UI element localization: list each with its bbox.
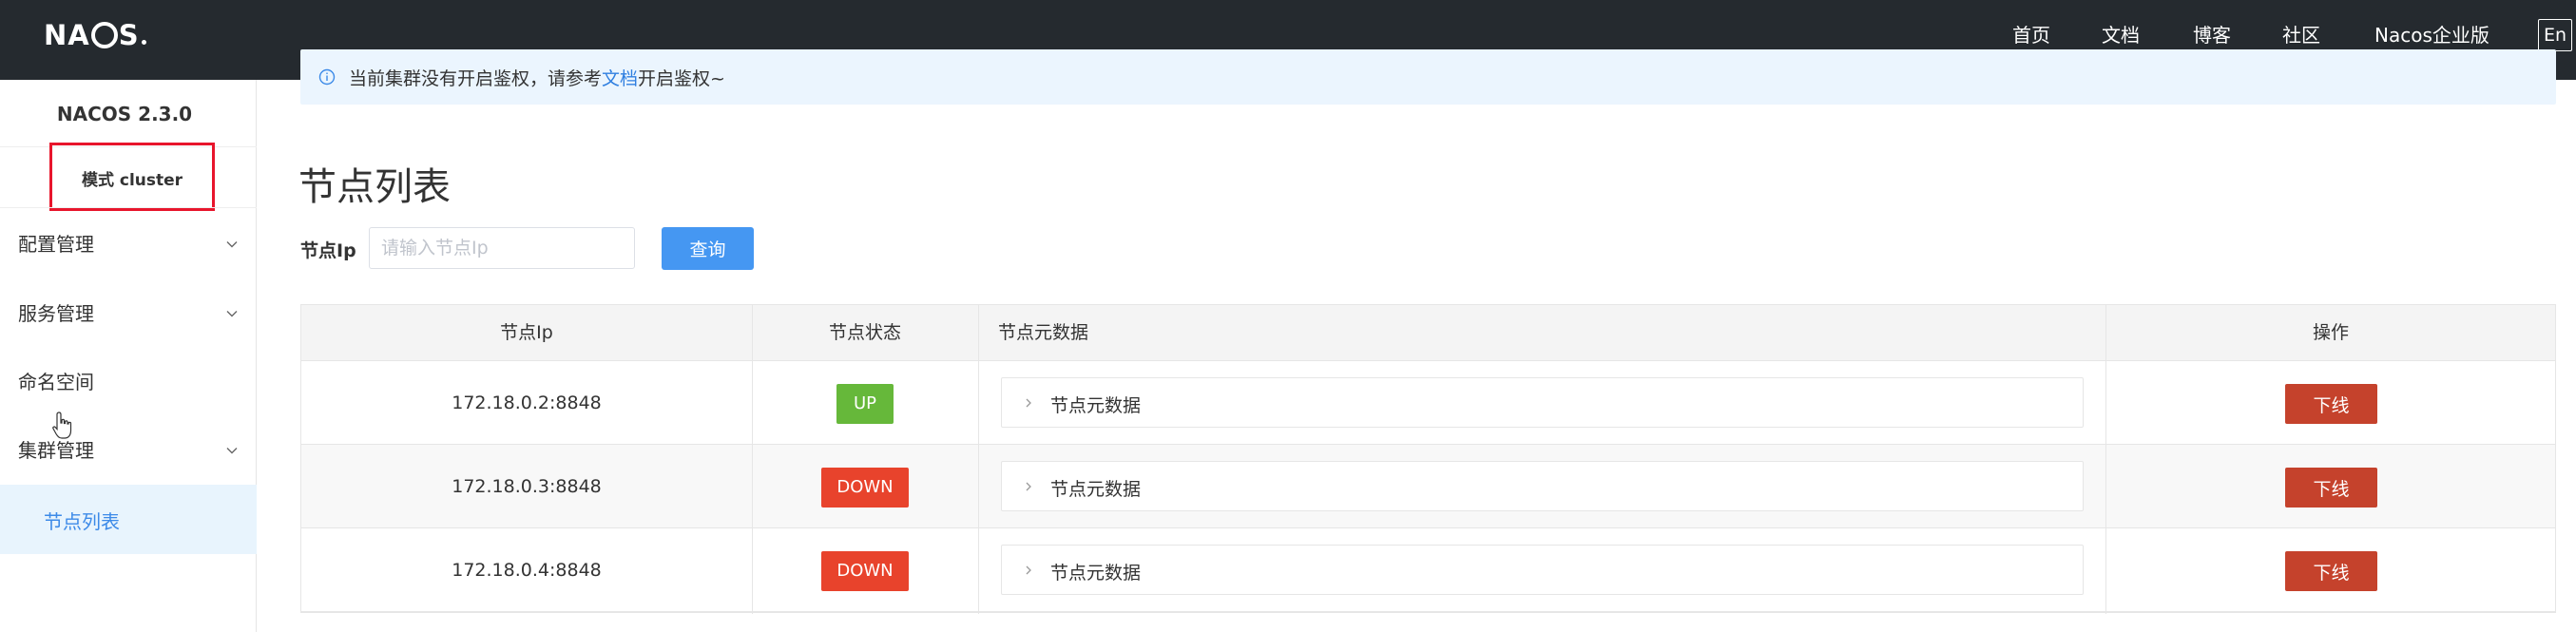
version-label: NACOS 2.3.0 [56, 103, 193, 125]
language-switch-button[interactable]: En [2538, 19, 2572, 51]
sidebar-divider [0, 207, 257, 208]
node-metadata-collapse[interactable]: 节点元数据 [1001, 461, 2084, 511]
mode-label: 模式 cluster [81, 171, 183, 190]
status-badge: UP [836, 384, 894, 424]
node-metadata-label: 节点元数据 [1050, 563, 1142, 584]
node-metadata-collapse[interactable]: 节点元数据 [1001, 377, 2084, 428]
column-header-actions: 操作 [2312, 322, 2349, 343]
sidebar-item-label: 节点列表 [44, 510, 120, 533]
chevron-down-icon [226, 448, 238, 454]
column-separator [752, 305, 753, 614]
offline-button[interactable]: 下线 [2285, 384, 2377, 424]
logo-text-end: S [118, 19, 140, 51]
sidebar-item-label: 服务管理 [18, 302, 94, 325]
table-row: 172.18.0.4:8848 DOWN 节点元数据 下线 [301, 528, 2555, 612]
column-separator [978, 305, 979, 614]
sidebar-item-label: 命名空间 [18, 371, 94, 393]
table-row: 172.18.0.3:8848 DOWN 节点元数据 下线 [301, 445, 2555, 528]
docs-link[interactable]: 文档 [602, 68, 638, 89]
offline-button[interactable]: 下线 [2285, 468, 2377, 508]
node-ip-cell: 172.18.0.4:8848 [452, 560, 602, 581]
sidebar-item-node-list[interactable]: 节点列表 [0, 485, 257, 554]
node-table: 节点Ip 节点状态 节点元数据 操作 172.18.0.2:8848 UP 节点… [300, 304, 2556, 614]
sidebar-item-cluster-management[interactable]: 集群管理 [0, 431, 257, 469]
node-ip-filter-label: 节点Ip [300, 240, 356, 261]
node-metadata-label: 节点元数据 [1050, 479, 1142, 500]
sidebar-item-service-management[interactable]: 服务管理 [0, 295, 257, 333]
chevron-right-icon [1026, 482, 1031, 491]
notice-text-before: 当前集群没有开启鉴权，请参考 [349, 68, 603, 89]
info-icon [318, 68, 336, 86]
node-ip-search-input[interactable] [369, 227, 635, 269]
column-separator [2105, 305, 2106, 614]
sidebar-item-namespace[interactable]: 命名空间 [0, 363, 257, 401]
notice-text-after: 开启鉴权~ [638, 68, 725, 89]
node-metadata-label: 节点元数据 [1050, 395, 1142, 416]
notice-text: 当前集群没有开启鉴权，请参考文档开启鉴权~ [349, 65, 725, 90]
hand-cursor-icon [52, 412, 72, 439]
sidebar: NACOS 2.3.0 模式 cluster 配置管理 服务管理 命名空间 集群… [0, 80, 257, 632]
chevron-down-icon [226, 241, 238, 248]
auth-notice-alert: 当前集群没有开启鉴权，请参考文档开启鉴权~ [300, 49, 2556, 105]
chevron-down-icon [226, 311, 238, 317]
table-header: 节点Ip 节点状态 节点元数据 操作 [301, 305, 2555, 361]
offline-button[interactable]: 下线 [2285, 551, 2377, 591]
sidebar-item-label: 集群管理 [18, 439, 94, 462]
sidebar-item-config-management[interactable]: 配置管理 [0, 225, 257, 263]
column-header-node-status: 节点状态 [828, 322, 901, 343]
node-ip-cell: 172.18.0.2:8848 [452, 393, 602, 413]
column-header-node-ip: 节点Ip [500, 322, 553, 343]
node-ip-cell: 172.18.0.3:8848 [452, 476, 602, 497]
chevron-right-icon [1026, 565, 1031, 575]
table-row: 172.18.0.2:8848 UP 节点元数据 下线 [301, 361, 2555, 445]
sidebar-item-label: 配置管理 [18, 233, 94, 256]
page-title: 节点列表 [298, 165, 451, 209]
node-metadata-collapse[interactable]: 节点元数据 [1001, 545, 2084, 595]
query-button[interactable]: 查询 [662, 227, 754, 270]
logo-text: NA [44, 19, 90, 51]
logo-dot-icon [141, 40, 146, 45]
column-header-node-metadata: 节点元数据 [998, 322, 1089, 343]
status-badge: DOWN [821, 468, 909, 508]
logo-ring-icon [90, 22, 118, 48]
status-badge: DOWN [821, 551, 909, 591]
mode-highlight-box: 模式 cluster [49, 143, 215, 211]
nacos-logo[interactable]: NA S [44, 19, 146, 51]
chevron-right-icon [1026, 398, 1031, 408]
